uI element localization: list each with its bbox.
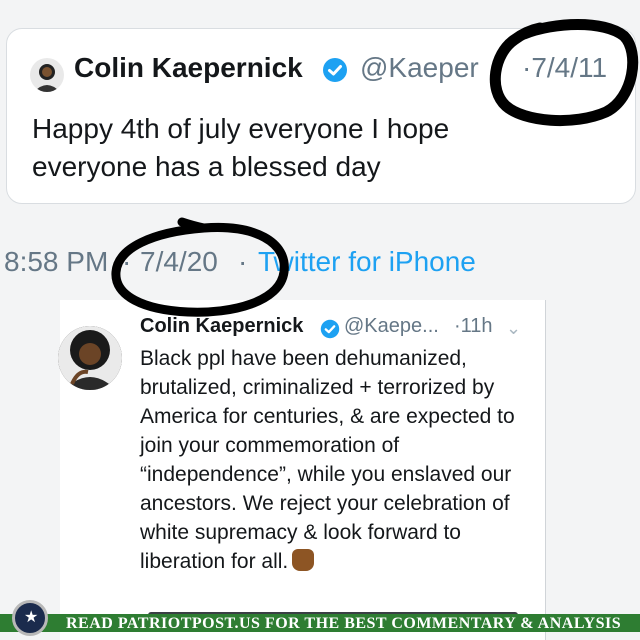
quoted-author-handle[interactable]: @Kaepe...: [344, 315, 439, 338]
tweet-text: Happy 4th of july everyone I hope everyo…: [32, 113, 450, 182]
verified-badge-icon: [323, 58, 347, 82]
verified-badge-icon: [320, 319, 340, 339]
tweet-time: 8:58 PM: [4, 246, 109, 277]
avatar[interactable]: [58, 326, 122, 390]
quoted-tweet-time[interactable]: ·11h: [454, 315, 493, 338]
author-handle[interactable]: @Kaeper: [360, 52, 510, 84]
separator-dot: ·: [238, 246, 248, 277]
separator-dot: ·: [122, 246, 132, 277]
tweet-date[interactable]: ·7/4/11: [522, 52, 607, 84]
footer-banner-text: READ PATRIOTPOST.US FOR THE BEST COMMENT…: [66, 615, 622, 632]
author-name[interactable]: Colin Kaepernick: [74, 52, 303, 84]
quoted-tweet-body: Black ppl have been dehumanized, brutali…: [140, 347, 515, 573]
raised-fist-emoji: [292, 549, 315, 571]
chevron-down-icon[interactable]: ⌄: [506, 318, 521, 339]
footer-banner[interactable]: READ PATRIOTPOST.US FOR THE BEST COMMENT…: [0, 614, 640, 632]
quoted-tweet-text: Black ppl have been dehumanized, brutali…: [140, 344, 536, 576]
quoted-author-name[interactable]: Colin Kaepernick: [140, 315, 303, 338]
tweet-source-link[interactable]: Twitter for iPhone: [258, 246, 476, 278]
star-seal-icon: ★: [12, 600, 48, 636]
avatar[interactable]: [30, 58, 64, 92]
tweet-date-2020[interactable]: 7/4/20: [140, 246, 218, 278]
